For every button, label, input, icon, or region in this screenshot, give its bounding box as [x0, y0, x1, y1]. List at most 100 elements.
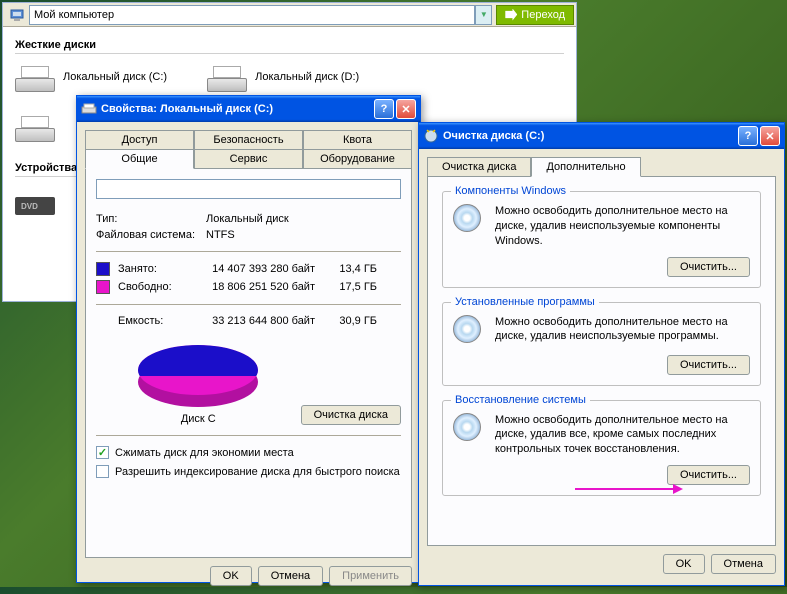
compress-checkbox[interactable]: ✓ [96, 446, 109, 459]
arrow-right-icon [505, 9, 517, 21]
pie-area: Диск C Очистка диска [96, 337, 401, 425]
tab-quota[interactable]: Квота [303, 130, 412, 149]
free-bytes: 18 806 251 520 байт [192, 281, 327, 293]
drive-icon [207, 62, 247, 92]
cancel-button[interactable]: Отмена [711, 554, 776, 574]
used-bytes: 14 407 393 280 байт [192, 263, 327, 275]
tab-hardware[interactable]: Оборудование [303, 149, 412, 168]
free-row: Свободно: 18 806 251 520 байт 17,5 ГБ [96, 280, 401, 294]
type-label: Тип: [96, 213, 206, 225]
used-row: Занято: 14 407 393 280 байт 13,4 ГБ [96, 262, 401, 276]
help-button[interactable]: ? [738, 126, 758, 146]
tab-security[interactable]: Безопасность [194, 130, 303, 149]
drive-icon [15, 112, 55, 142]
disc-icon [453, 315, 485, 347]
close-icon: ✕ [401, 103, 410, 116]
tab-tools[interactable]: Сервис [194, 149, 303, 168]
used-label: Занято: [118, 263, 192, 275]
capacity-label: Емкость: [118, 315, 192, 327]
ok-button[interactable]: OK [210, 566, 252, 586]
tab-row-1: Доступ Безопасность Квота [85, 130, 412, 149]
cleanup-tabs: Очистка диска Дополнительно [427, 157, 776, 176]
tab-content-general: Тип:Локальный диск Файловая система:NTFS… [85, 168, 412, 558]
cleanup-components-button[interactable]: Очистить... [667, 257, 750, 277]
tab-row-2: Общие Сервис Оборудование [85, 149, 412, 168]
check-icon: ✓ [98, 446, 107, 459]
compress-row: ✓ Сжимать диск для экономии места [96, 446, 401, 459]
computer-icon [9, 7, 25, 23]
close-button[interactable]: ✕ [760, 126, 780, 146]
group-text: Можно освободить дополнительное место на… [495, 413, 750, 458]
free-label: Свободно: [118, 281, 192, 293]
capacity-gb: 30,9 ГБ [327, 315, 377, 327]
drive-d-item[interactable]: Локальный диск (D:) [207, 62, 359, 92]
cleanup-programs-button[interactable]: Очистить... [667, 355, 750, 375]
close-button[interactable]: ✕ [396, 99, 416, 119]
drive-c-item[interactable]: Локальный диск (C:) [15, 62, 167, 92]
volume-label-input[interactable] [96, 179, 401, 199]
annotation-arrow [575, 488, 675, 490]
group-title: Восстановление системы [451, 394, 590, 406]
group-installed-programs: Установленные программы Можно освободить… [442, 302, 761, 386]
disk-cleanup-button[interactable]: Очистка диска [301, 405, 401, 425]
usage-pie-chart [138, 345, 258, 405]
group-windows-components: Компоненты Windows Можно освободить допо… [442, 191, 761, 288]
index-row: Разрешить индексирование диска для быстр… [96, 465, 401, 478]
help-button[interactable]: ? [374, 99, 394, 119]
tab-cleanup-main[interactable]: Очистка диска [427, 157, 531, 176]
free-gb: 17,5 ГБ [327, 281, 377, 293]
cleanup-restore-button[interactable]: Очистить... [667, 465, 750, 485]
apply-button[interactable]: Применить [329, 566, 412, 586]
titlebar[interactable]: Очистка диска (C:) ? ✕ [419, 123, 784, 149]
dvd-item[interactable]: DVD [15, 185, 55, 215]
tabs-container: Доступ Безопасность Квота Общие Сервис О… [85, 130, 412, 168]
tab-access[interactable]: Доступ [85, 130, 194, 149]
drive-c-label: Локальный диск (C:) [63, 71, 167, 83]
compress-label: Сжимать диск для экономии места [115, 447, 294, 459]
separator [96, 435, 401, 436]
group-text: Можно освободить дополнительное место на… [495, 315, 750, 347]
dialog-body: Очистка диска Дополнительно Компоненты W… [419, 149, 784, 554]
free-swatch [96, 280, 110, 294]
cleanup-icon [423, 128, 439, 144]
ok-button[interactable]: OK [663, 554, 705, 574]
close-icon: ✕ [765, 130, 774, 143]
disc-icon [453, 204, 485, 236]
drives-row: Локальный диск (C:) Локальный диск (D:) [15, 62, 564, 92]
address-text: Мой компьютер [34, 9, 114, 21]
pie-caption: Диск C [181, 413, 216, 425]
drive-item-3[interactable] [15, 112, 55, 142]
used-swatch [96, 262, 110, 276]
group-text: Можно освободить дополнительное место на… [495, 204, 750, 249]
group-title: Установленные программы [451, 296, 599, 308]
drive-icon [81, 101, 97, 117]
separator [96, 251, 401, 252]
capacity-bytes: 33 213 644 800 байт [192, 315, 327, 327]
chevron-down-icon: ▼ [480, 10, 488, 19]
tab-general[interactable]: Общие [85, 149, 194, 169]
section-hdd-title: Жесткие диски [15, 39, 564, 54]
type-value: Локальный диск [206, 213, 289, 225]
tab-cleanup-more[interactable]: Дополнительно [531, 157, 640, 177]
group-title: Компоненты Windows [451, 185, 570, 197]
disc-icon [453, 413, 485, 445]
help-icon: ? [745, 130, 752, 142]
address-field[interactable]: Мой компьютер [29, 5, 475, 25]
fs-label: Файловая система: [96, 229, 206, 241]
drive-icon [15, 62, 55, 92]
title-text: Очистка диска (C:) [443, 130, 738, 142]
dialog-body: Доступ Безопасность Квота Общие Сервис О… [77, 122, 420, 566]
group-system-restore: Восстановление системы Можно освободить … [442, 400, 761, 497]
cancel-button[interactable]: Отмена [258, 566, 323, 586]
disk-cleanup-dialog: Очистка диска (C:) ? ✕ Очистка диска Доп… [418, 122, 785, 586]
dialog-footer: OK Отмена Применить [77, 566, 420, 594]
used-gb: 13,4 ГБ [327, 263, 377, 275]
index-checkbox[interactable] [96, 465, 109, 478]
address-dropdown[interactable]: ▼ [475, 5, 492, 25]
title-text: Свойства: Локальный диск (C:) [101, 103, 374, 115]
separator [96, 304, 401, 305]
fs-value: NTFS [206, 229, 235, 241]
go-button[interactable]: Переход [496, 5, 574, 25]
go-label: Переход [521, 9, 565, 21]
titlebar[interactable]: Свойства: Локальный диск (C:) ? ✕ [77, 96, 420, 122]
